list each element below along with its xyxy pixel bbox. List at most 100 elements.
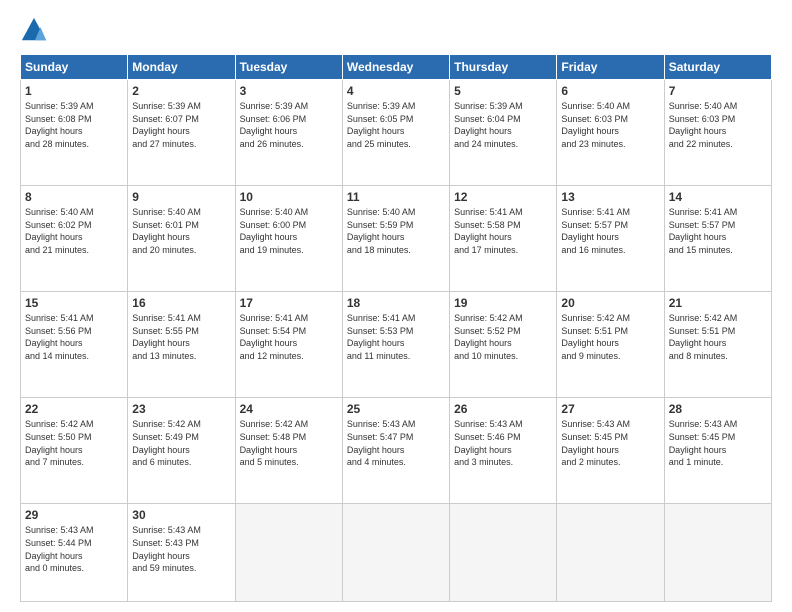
calendar-cell: 25 Sunrise: 5:43 AMSunset: 5:47 PMDayligh… <box>342 398 449 504</box>
weekday-header: Friday <box>557 55 664 80</box>
day-info: Sunrise: 5:39 AMSunset: 6:04 PMDaylight … <box>454 101 523 149</box>
weekday-header: Monday <box>128 55 235 80</box>
day-info: Sunrise: 5:41 AMSunset: 5:57 PMDaylight … <box>561 207 630 255</box>
weekday-header: Tuesday <box>235 55 342 80</box>
day-number: 17 <box>240 296 338 310</box>
day-info: Sunrise: 5:40 AMSunset: 6:03 PMDaylight … <box>561 101 630 149</box>
header <box>20 16 772 44</box>
calendar-cell <box>664 504 771 602</box>
calendar-cell: 16 Sunrise: 5:41 AMSunset: 5:55 PMDayligh… <box>128 292 235 398</box>
day-number: 6 <box>561 84 659 98</box>
calendar-week-row: 22Sunrise: 5:42 AMSunset: 5:50 PMDayligh… <box>21 398 772 504</box>
day-info: Sunrise: 5:43 AMSunset: 5:46 PMDaylight … <box>454 419 523 467</box>
day-info: Sunrise: 5:41 AMSunset: 5:54 PMDaylight … <box>240 313 309 361</box>
calendar-cell: 27 Sunrise: 5:43 AMSunset: 5:45 PMDayligh… <box>557 398 664 504</box>
day-number: 12 <box>454 190 552 204</box>
day-info: Sunrise: 5:43 AMSunset: 5:47 PMDaylight … <box>347 419 416 467</box>
day-number: 5 <box>454 84 552 98</box>
day-info: Sunrise: 5:41 AMSunset: 5:56 PMDaylight … <box>25 313 94 361</box>
day-number: 1 <box>25 84 123 98</box>
calendar-cell <box>557 504 664 602</box>
day-number: 15 <box>25 296 123 310</box>
day-number: 4 <box>347 84 445 98</box>
calendar-week-row: 29Sunrise: 5:43 AMSunset: 5:44 PMDayligh… <box>21 504 772 602</box>
day-number: 21 <box>669 296 767 310</box>
day-info: Sunrise: 5:42 AMSunset: 5:50 PMDaylight … <box>25 419 94 467</box>
day-info: Sunrise: 5:39 AMSunset: 6:05 PMDaylight … <box>347 101 416 149</box>
calendar-cell: 6 Sunrise: 5:40 AMSunset: 6:03 PMDaylight… <box>557 80 664 186</box>
day-number: 13 <box>561 190 659 204</box>
logo-icon <box>20 16 48 44</box>
day-info: Sunrise: 5:41 AMSunset: 5:57 PMDaylight … <box>669 207 738 255</box>
calendar-cell: 30 Sunrise: 5:43 AMSunset: 5:43 PMDayligh… <box>128 504 235 602</box>
day-info: Sunrise: 5:42 AMSunset: 5:52 PMDaylight … <box>454 313 523 361</box>
day-info: Sunrise: 5:42 AMSunset: 5:51 PMDaylight … <box>561 313 630 361</box>
calendar-cell: 10Sunrise: 5:40 AMSunset: 6:00 PMDayligh… <box>235 186 342 292</box>
day-number: 3 <box>240 84 338 98</box>
day-info: Sunrise: 5:40 AMSunset: 6:00 PMDaylight … <box>240 207 309 255</box>
calendar-cell: 15 Sunrise: 5:41 AMSunset: 5:56 PMDayligh… <box>21 292 128 398</box>
day-info: Sunrise: 5:41 AMSunset: 5:58 PMDaylight … <box>454 207 523 255</box>
day-info: Sunrise: 5:43 AMSunset: 5:45 PMDaylight … <box>561 419 630 467</box>
calendar-cell: 4 Sunrise: 5:39 AMSunset: 6:05 PMDaylight… <box>342 80 449 186</box>
day-info: Sunrise: 5:41 AMSunset: 5:53 PMDaylight … <box>347 313 416 361</box>
day-number: 25 <box>347 402 445 416</box>
calendar-cell: 12 Sunrise: 5:41 AMSunset: 5:58 PMDayligh… <box>450 186 557 292</box>
day-number: 8 <box>25 190 123 204</box>
calendar-week-row: 15 Sunrise: 5:41 AMSunset: 5:56 PMDayligh… <box>21 292 772 398</box>
day-info: Sunrise: 5:40 AMSunset: 5:59 PMDaylight … <box>347 207 416 255</box>
calendar-cell: 11 Sunrise: 5:40 AMSunset: 5:59 PMDayligh… <box>342 186 449 292</box>
calendar-cell: 28 Sunrise: 5:43 AMSunset: 5:45 PMDayligh… <box>664 398 771 504</box>
calendar-cell: 22Sunrise: 5:42 AMSunset: 5:50 PMDayligh… <box>21 398 128 504</box>
day-info: Sunrise: 5:42 AMSunset: 5:48 PMDaylight … <box>240 419 309 467</box>
day-number: 2 <box>132 84 230 98</box>
calendar-cell: 1Sunrise: 5:39 AMSunset: 6:08 PMDaylight… <box>21 80 128 186</box>
day-info: Sunrise: 5:41 AMSunset: 5:55 PMDaylight … <box>132 313 201 361</box>
day-number: 7 <box>669 84 767 98</box>
calendar-cell: 24 Sunrise: 5:42 AMSunset: 5:48 PMDayligh… <box>235 398 342 504</box>
calendar-cell: 5 Sunrise: 5:39 AMSunset: 6:04 PMDaylight… <box>450 80 557 186</box>
weekday-header: Thursday <box>450 55 557 80</box>
day-number: 11 <box>347 190 445 204</box>
day-info: Sunrise: 5:42 AMSunset: 5:49 PMDaylight … <box>132 419 201 467</box>
day-number: 9 <box>132 190 230 204</box>
day-info: Sunrise: 5:42 AMSunset: 5:51 PMDaylight … <box>669 313 738 361</box>
day-info: Sunrise: 5:40 AMSunset: 6:01 PMDaylight … <box>132 207 201 255</box>
calendar-table: SundayMondayTuesdayWednesdayThursdayFrid… <box>20 54 772 602</box>
day-number: 19 <box>454 296 552 310</box>
day-number: 30 <box>132 508 230 522</box>
day-number: 26 <box>454 402 552 416</box>
calendar-week-row: 8 Sunrise: 5:40 AMSunset: 6:02 PMDaylight… <box>21 186 772 292</box>
page: SundayMondayTuesdayWednesdayThursdayFrid… <box>0 0 792 612</box>
calendar-cell: 20 Sunrise: 5:42 AMSunset: 5:51 PMDayligh… <box>557 292 664 398</box>
calendar-cell: 2 Sunrise: 5:39 AMSunset: 6:07 PMDaylight… <box>128 80 235 186</box>
day-number: 16 <box>132 296 230 310</box>
calendar-cell: 9 Sunrise: 5:40 AMSunset: 6:01 PMDaylight… <box>128 186 235 292</box>
day-info: Sunrise: 5:40 AMSunset: 6:03 PMDaylight … <box>669 101 738 149</box>
day-number: 20 <box>561 296 659 310</box>
day-number: 14 <box>669 190 767 204</box>
calendar-cell: 26 Sunrise: 5:43 AMSunset: 5:46 PMDayligh… <box>450 398 557 504</box>
calendar-week-row: 1Sunrise: 5:39 AMSunset: 6:08 PMDaylight… <box>21 80 772 186</box>
day-number: 28 <box>669 402 767 416</box>
weekday-header: Sunday <box>21 55 128 80</box>
calendar-cell <box>450 504 557 602</box>
calendar-cell: 14 Sunrise: 5:41 AMSunset: 5:57 PMDayligh… <box>664 186 771 292</box>
calendar-cell <box>342 504 449 602</box>
calendar-cell: 3Sunrise: 5:39 AMSunset: 6:06 PMDaylight… <box>235 80 342 186</box>
calendar-cell: 13 Sunrise: 5:41 AMSunset: 5:57 PMDayligh… <box>557 186 664 292</box>
calendar-cell: 23Sunrise: 5:42 AMSunset: 5:49 PMDayligh… <box>128 398 235 504</box>
day-info: Sunrise: 5:43 AMSunset: 5:43 PMDaylight … <box>132 525 201 573</box>
day-number: 27 <box>561 402 659 416</box>
weekday-header: Saturday <box>664 55 771 80</box>
day-number: 24 <box>240 402 338 416</box>
day-info: Sunrise: 5:43 AMSunset: 5:45 PMDaylight … <box>669 419 738 467</box>
day-info: Sunrise: 5:40 AMSunset: 6:02 PMDaylight … <box>25 207 94 255</box>
calendar-cell: 17 Sunrise: 5:41 AMSunset: 5:54 PMDayligh… <box>235 292 342 398</box>
day-number: 18 <box>347 296 445 310</box>
calendar-cell: 8 Sunrise: 5:40 AMSunset: 6:02 PMDaylight… <box>21 186 128 292</box>
day-info: Sunrise: 5:43 AMSunset: 5:44 PMDaylight … <box>25 525 94 573</box>
day-info: Sunrise: 5:39 AMSunset: 6:07 PMDaylight … <box>132 101 201 149</box>
weekday-header: Wednesday <box>342 55 449 80</box>
calendar-header-row: SundayMondayTuesdayWednesdayThursdayFrid… <box>21 55 772 80</box>
